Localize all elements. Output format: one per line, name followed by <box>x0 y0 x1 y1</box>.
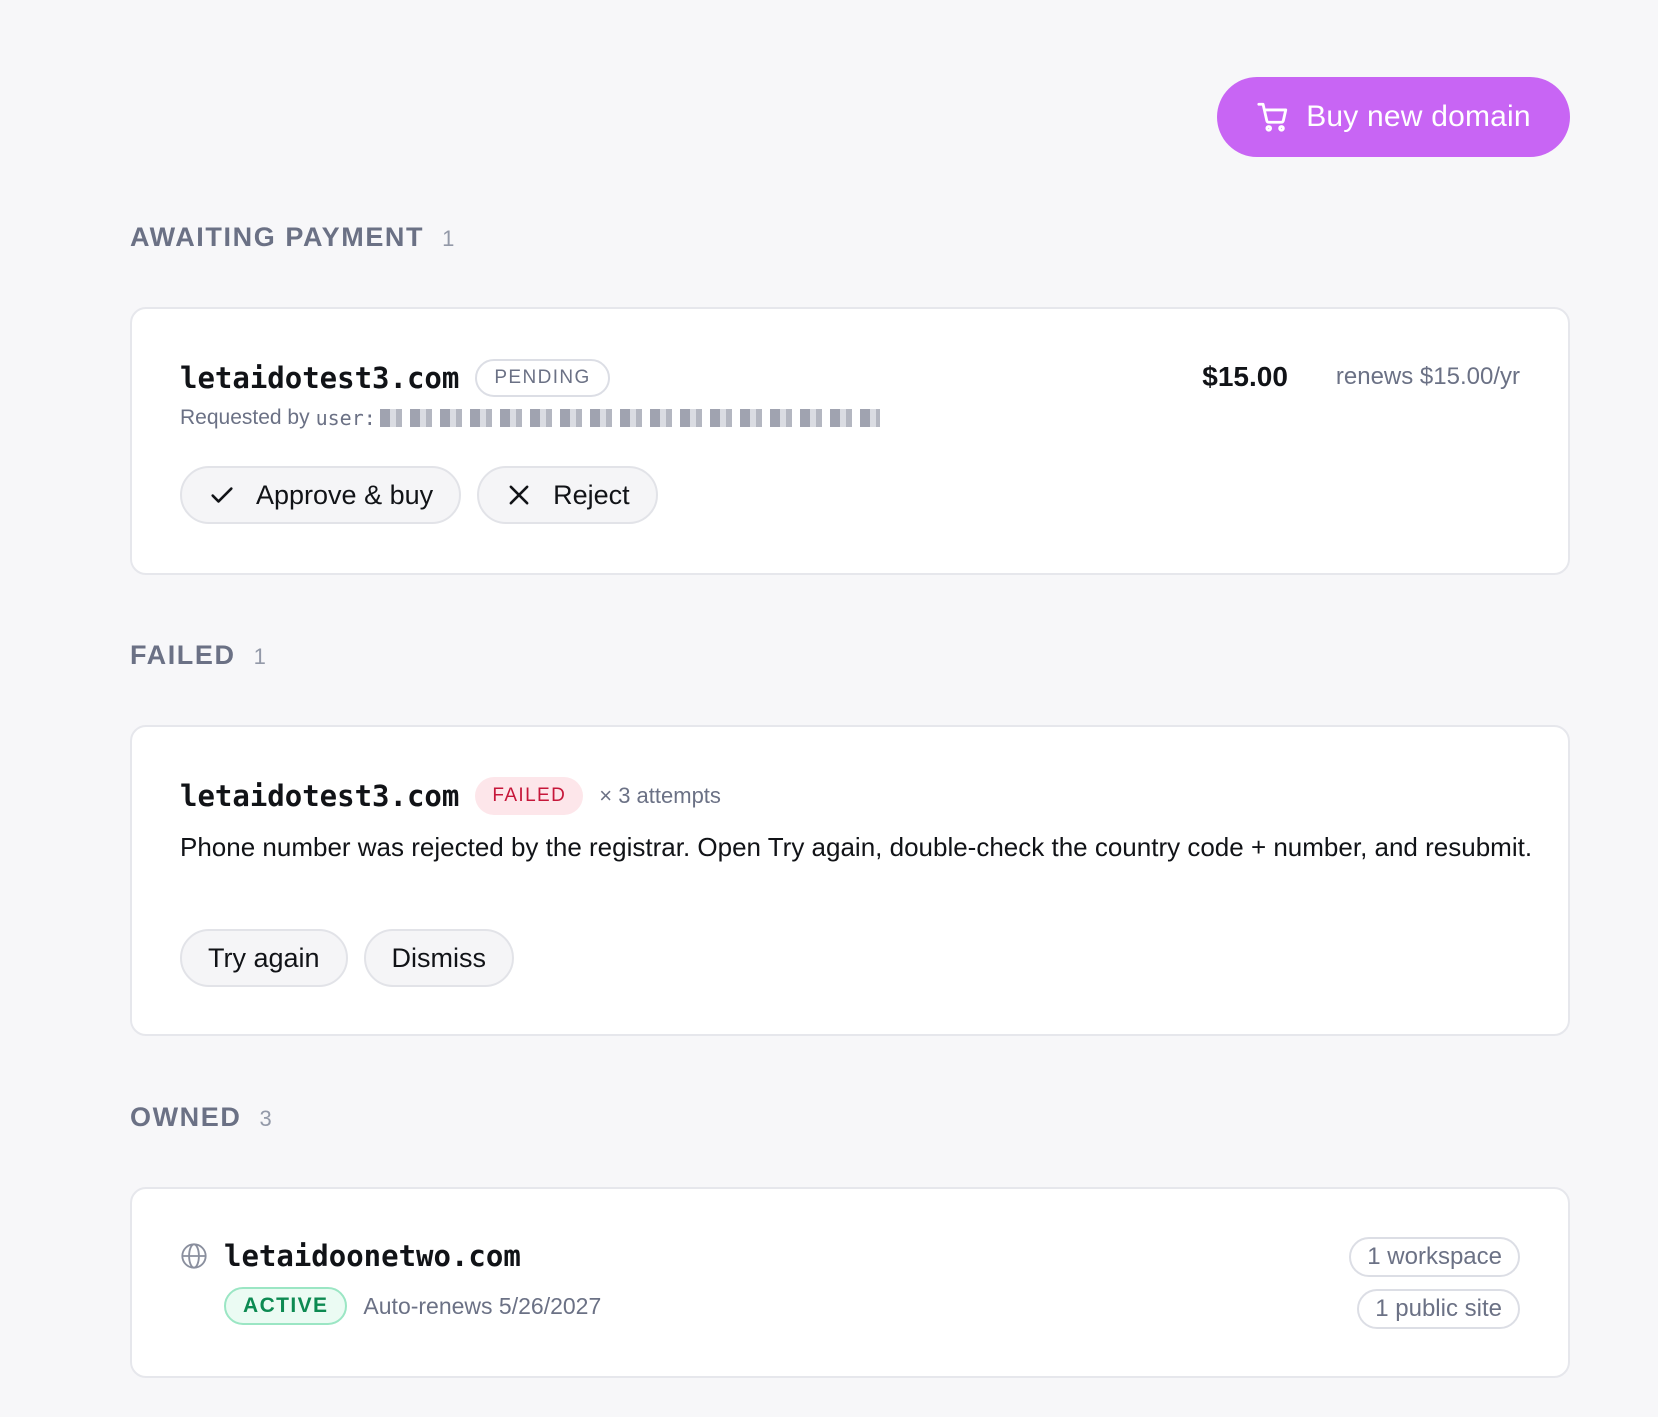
check-icon <box>211 487 233 503</box>
section-header-awaiting-payment: AWAITING PAYMENT 1 <box>130 222 454 253</box>
pending-domain-card: letaidotest3.com PENDING Requested by us… <box>130 307 1570 575</box>
section-header-failed: FAILED 1 <box>130 640 266 671</box>
redacted-user-id <box>379 409 880 427</box>
approve-buy-button[interactable]: Approve & buy <box>180 466 462 524</box>
owned-domain-card: letaidoonetwo.com ACTIVE Auto-renews 5/2… <box>130 1187 1570 1378</box>
attempt-count: × 3 attempts <box>599 783 721 808</box>
dismiss-button[interactable]: Dismiss <box>363 929 515 987</box>
section-count: 3 <box>259 1106 272 1131</box>
status-badge: ACTIVE <box>224 1287 348 1325</box>
renewal-price: renews $15.00/yr <box>1335 363 1520 390</box>
workspace-count-chip[interactable]: 1 workspace <box>1349 1237 1520 1277</box>
domain-name: letaidotest3.com <box>180 779 460 813</box>
globe-icon <box>181 1243 207 1269</box>
reject-label: Reject <box>553 479 630 510</box>
auto-renew-date: Auto-renews 5/26/2027 <box>363 1292 602 1319</box>
domain-name: letaidotest3.com <box>180 361 460 395</box>
domain-name: letaidoonetwo.com <box>224 1239 521 1273</box>
status-badge: PENDING <box>475 359 610 397</box>
close-icon <box>509 485 529 505</box>
failed-domain-card: letaidotest3.com FAILED × 3 attempts Pho… <box>130 725 1570 1036</box>
section-header-owned: OWNED 3 <box>130 1102 272 1133</box>
section-title: FAILED <box>130 640 236 670</box>
requested-by-user: user: <box>315 406 376 430</box>
section-count: 1 <box>253 644 266 669</box>
reject-button[interactable]: Reject <box>477 466 658 524</box>
buy-new-domain-label: Buy new domain <box>1306 100 1531 133</box>
section-title: AWAITING PAYMENT <box>130 222 425 252</box>
cart-icon <box>1257 102 1288 132</box>
buy-new-domain-button[interactable]: Buy new domain <box>1217 77 1570 157</box>
try-again-button[interactable]: Try again <box>180 929 348 987</box>
price: $15.00 <box>1202 361 1288 392</box>
domains-page: Buy new domain AWAITING PAYMENT 1 letaid… <box>0 0 1658 1417</box>
section-title: OWNED <box>130 1102 242 1132</box>
section-count: 1 <box>442 226 455 251</box>
status-badge: FAILED <box>475 777 584 815</box>
failure-message: Phone number was rejected by the registr… <box>180 832 1533 862</box>
approve-buy-label: Approve & buy <box>256 479 434 510</box>
requested-by-label: Requested by <box>180 406 310 429</box>
public-site-count-chip[interactable]: 1 public site <box>1357 1289 1520 1329</box>
